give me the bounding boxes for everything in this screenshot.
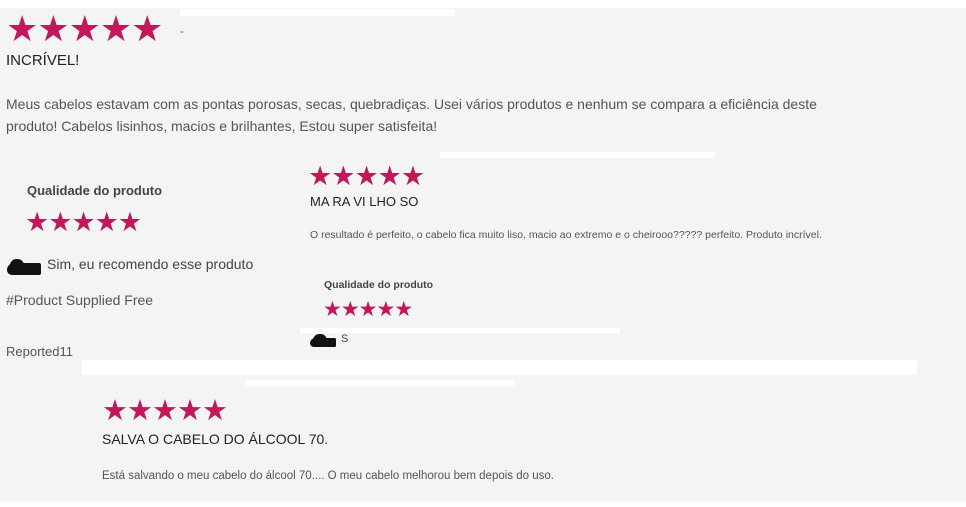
star-icon: ★ <box>37 8 69 49</box>
star-icon: ★ <box>131 8 163 49</box>
quality-label: Qualidade do produto <box>27 183 163 198</box>
star-icon: ★ <box>152 395 178 427</box>
star-icon: ★ <box>99 8 132 49</box>
rating-stars: ★★★★★ <box>102 395 228 427</box>
star-icon: ★ <box>331 161 355 191</box>
divider <box>0 0 966 8</box>
divider <box>440 152 715 158</box>
review-title: MA RA VI LHO SO <box>310 194 419 209</box>
review-body: Está salvando o meu cabelo do álcool 70.… <box>102 470 554 482</box>
review-title: INCRÍVEL! <box>6 52 80 69</box>
shoe-icon <box>310 334 336 347</box>
star-icon: ★ <box>323 298 342 321</box>
rating-stars: ★★★★★ <box>6 8 163 49</box>
star-icon: ★ <box>340 298 360 321</box>
star-icon: ★ <box>48 207 72 237</box>
supplied-free-text: #Product Supplied Free <box>6 292 154 308</box>
star-icon: ★ <box>6 8 38 49</box>
divider <box>82 360 917 375</box>
star-icon: ★ <box>177 395 203 427</box>
star-icon: ★ <box>358 298 378 321</box>
star-icon: ★ <box>117 207 142 237</box>
review-body: O resultado é perfeito, o cabelo fica mu… <box>310 229 822 241</box>
star-icon: ★ <box>202 395 228 427</box>
star-icon: ★ <box>127 395 153 427</box>
star-icon: ★ <box>25 207 49 237</box>
star-icon: ★ <box>400 161 425 191</box>
star-icon: ★ <box>376 298 395 321</box>
divider <box>245 380 515 386</box>
shoe-icon <box>7 259 41 275</box>
star-icon: ★ <box>308 161 332 191</box>
review-body: Meus cabelos estavam com as pontas poros… <box>6 96 817 112</box>
star-icon: ★ <box>71 207 95 237</box>
quality-stars: ★★★★★ <box>25 207 142 237</box>
title-dash: - <box>180 24 184 38</box>
reported-text: Reported11 <box>6 344 73 359</box>
divider <box>0 502 966 507</box>
star-icon: ★ <box>102 395 128 427</box>
star-icon: ★ <box>377 161 402 191</box>
star-icon: ★ <box>94 207 119 237</box>
rating-stars: ★★★★★ <box>308 161 425 191</box>
recommend-text: Sim, eu recomendo esse produto <box>47 256 254 272</box>
star-icon: ★ <box>68 8 101 49</box>
review-body: produto! Cabelos lisinhos, macios e bril… <box>6 118 438 134</box>
review-title: SALVA O CABELO DO ÁLCOOL 70. <box>102 431 329 447</box>
star-icon: ★ <box>354 161 378 191</box>
quality-stars: ★★★★★ <box>323 298 413 321</box>
divider <box>180 9 455 16</box>
star-icon: ★ <box>394 298 413 321</box>
recommend-text: S <box>341 333 349 345</box>
quality-label: Qualidade do produto <box>324 279 434 291</box>
